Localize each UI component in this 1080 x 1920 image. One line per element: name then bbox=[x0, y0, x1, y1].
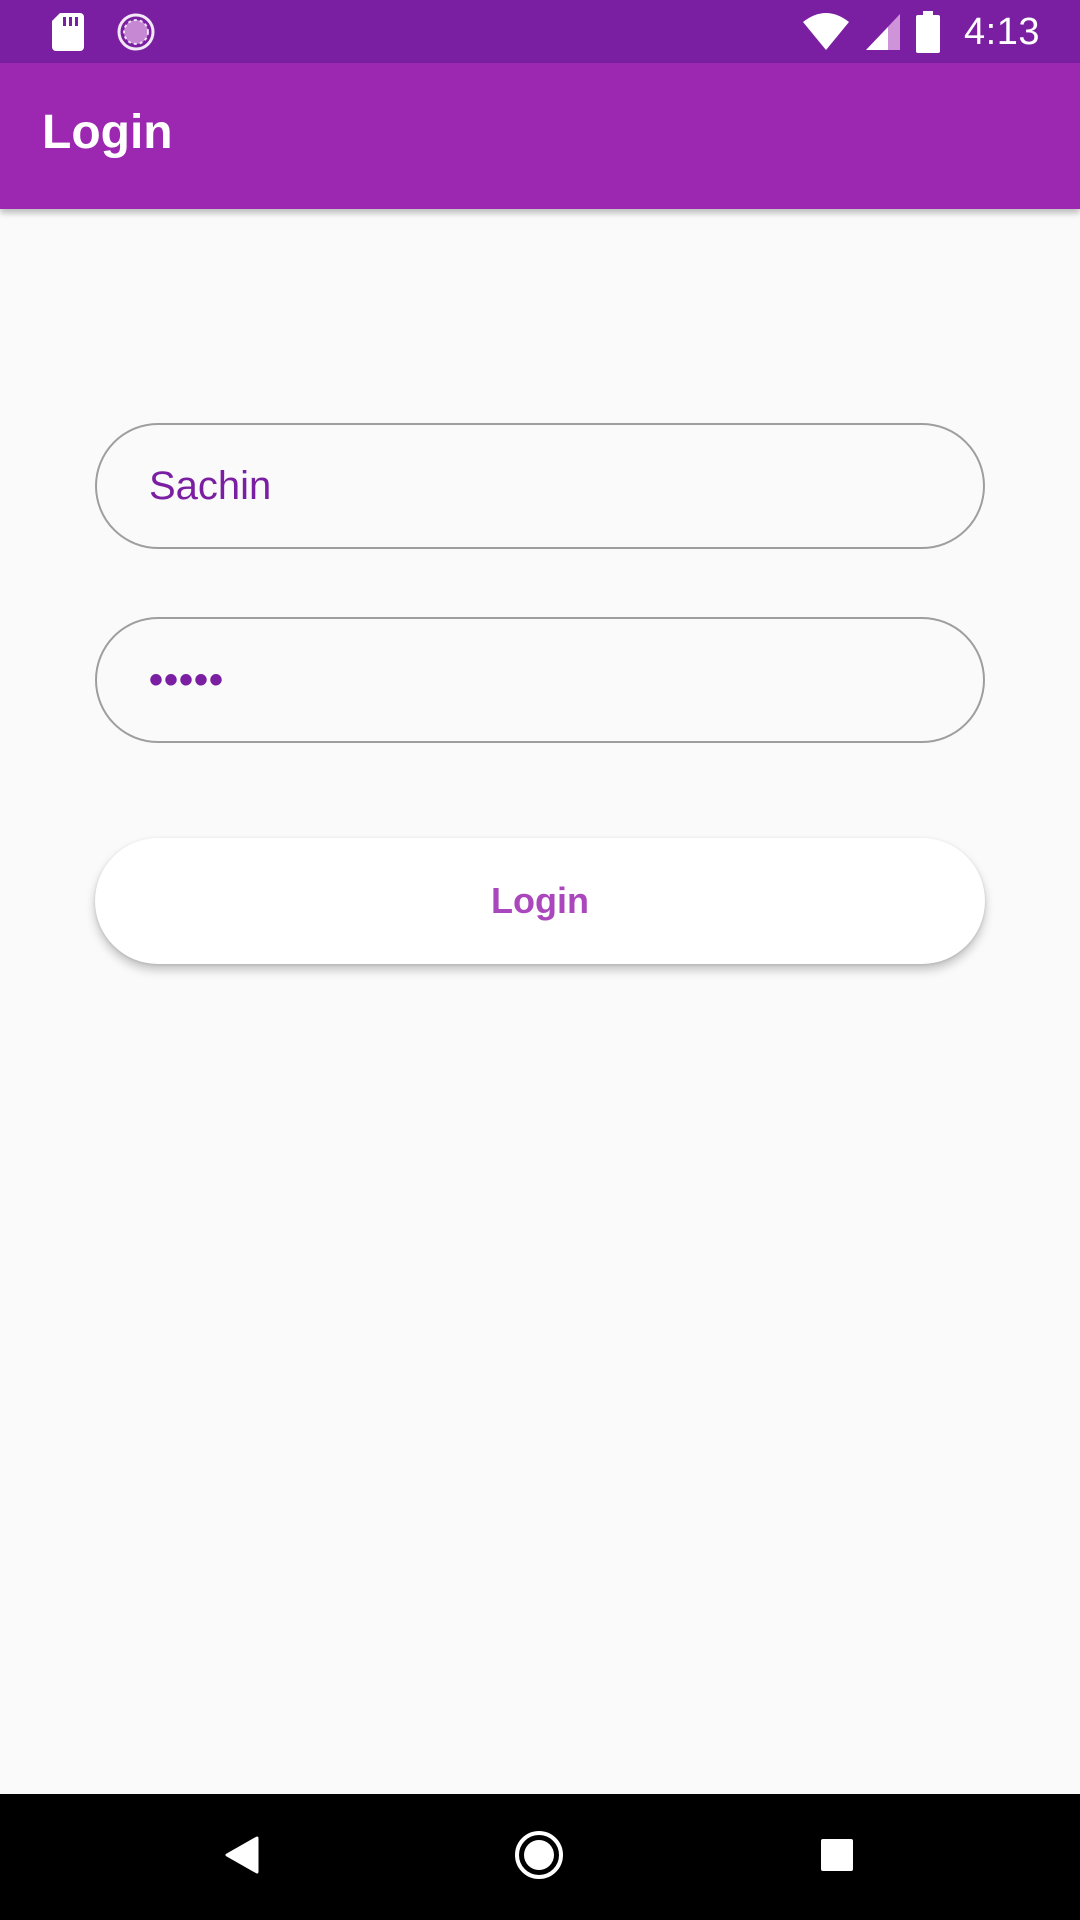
battery-icon bbox=[916, 11, 941, 53]
signal-icon bbox=[864, 12, 902, 52]
wifi-icon bbox=[802, 12, 850, 52]
home-button[interactable] bbox=[479, 1794, 599, 1920]
login-button-label: Login bbox=[491, 880, 589, 921]
password-field[interactable]: ••••• bbox=[95, 617, 985, 743]
home-icon bbox=[514, 1830, 564, 1885]
sd-card-icon bbox=[52, 13, 84, 51]
sync-icon bbox=[116, 12, 156, 52]
status-bar: 4:13 bbox=[0, 0, 1080, 63]
back-button[interactable] bbox=[182, 1794, 302, 1920]
recents-icon bbox=[820, 1838, 854, 1877]
app-bar: Login bbox=[0, 63, 1080, 209]
username-field[interactable]: Sachin bbox=[95, 423, 985, 549]
password-value: ••••• bbox=[149, 658, 225, 702]
back-icon bbox=[225, 1836, 259, 1879]
navigation-bar bbox=[0, 1794, 1080, 1920]
page-title: Login bbox=[42, 106, 173, 159]
status-time: 4:13 bbox=[964, 10, 1040, 53]
login-button[interactable]: Login bbox=[95, 838, 985, 964]
username-value: Sachin bbox=[149, 464, 272, 508]
status-right-icons: 4:13 bbox=[802, 10, 1040, 54]
status-left-icons bbox=[52, 12, 156, 52]
recents-button[interactable] bbox=[777, 1794, 897, 1920]
